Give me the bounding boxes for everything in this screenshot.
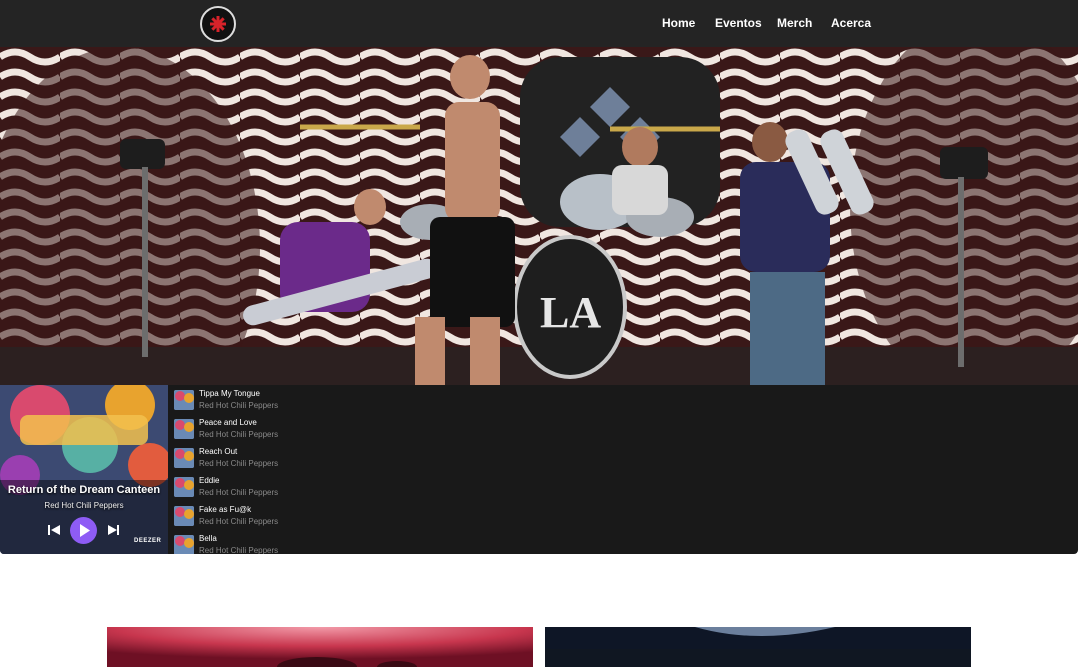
svg-text:LA: LA xyxy=(540,288,601,337)
nav-merch[interactable]: Merch xyxy=(777,16,812,30)
band-logo[interactable] xyxy=(200,6,236,42)
track-title: Fake as Fu@k xyxy=(199,505,252,514)
play-icon xyxy=(80,524,90,537)
music-player-widget: Return of the Dream Canteen Red Hot Chil… xyxy=(0,385,1078,554)
track-artist: Red Hot Chili Peppers xyxy=(199,459,279,468)
track-title: Tippa My Tongue xyxy=(199,389,260,398)
track-row[interactable]: Eddie Red Hot Chili Peppers xyxy=(174,472,474,499)
track-thumbnail xyxy=(174,477,194,497)
next-track-icon[interactable] xyxy=(106,523,120,537)
track-row[interactable]: Bella Red Hot Chili Peppers xyxy=(174,530,474,554)
track-thumbnail xyxy=(174,535,194,554)
nav-eventos[interactable]: Eventos xyxy=(715,16,762,30)
deezer-logo[interactable]: DEEZER xyxy=(134,538,161,544)
asterisk-logo-icon xyxy=(210,16,226,32)
track-row[interactable]: Fake as Fu@k Red Hot Chili Peppers xyxy=(174,501,474,528)
site-header: Home Eventos Merch Acerca xyxy=(0,0,1078,47)
track-thumbnail xyxy=(174,419,194,439)
track-thumbnail xyxy=(174,390,194,410)
album-cover[interactable]: Return of the Dream Canteen Red Hot Chil… xyxy=(0,385,168,554)
play-button[interactable] xyxy=(70,517,97,544)
card-image xyxy=(107,627,533,667)
nav-acerca[interactable]: Acerca xyxy=(831,16,871,30)
track-title: Bella xyxy=(199,534,217,543)
album-artist: Red Hot Chili Peppers xyxy=(44,501,124,510)
track-row[interactable]: Tippa My Tongue Red Hot Chili Peppers xyxy=(174,385,474,412)
track-thumbnail xyxy=(174,506,194,526)
track-artist: Red Hot Chili Peppers xyxy=(199,430,279,439)
track-row[interactable]: Reach Out Red Hot Chili Peppers xyxy=(174,443,474,470)
nav-home[interactable]: Home xyxy=(662,16,695,30)
previous-track-icon[interactable] xyxy=(47,523,61,537)
track-title: Peace and Love xyxy=(199,418,257,427)
track-list: Tippa My Tongue Red Hot Chili Peppers Pe… xyxy=(168,385,1078,554)
album-title: Return of the Dream Canteen xyxy=(7,484,161,496)
track-title: Reach Out xyxy=(199,447,238,456)
track-artist: Red Hot Chili Peppers xyxy=(199,488,279,497)
feature-card-left[interactable] xyxy=(107,627,533,667)
track-thumbnail xyxy=(174,448,194,468)
track-artist: Red Hot Chili Peppers xyxy=(199,546,279,554)
hero-concert-image: LA xyxy=(0,47,1078,385)
feature-card-right[interactable] xyxy=(545,627,971,667)
track-title: Eddie xyxy=(199,476,220,485)
track-artist: Red Hot Chili Peppers xyxy=(199,517,279,526)
card-image xyxy=(545,627,971,667)
track-row[interactable]: Peace and Love Red Hot Chili Peppers xyxy=(174,414,474,441)
track-artist: Red Hot Chili Peppers xyxy=(199,401,279,410)
